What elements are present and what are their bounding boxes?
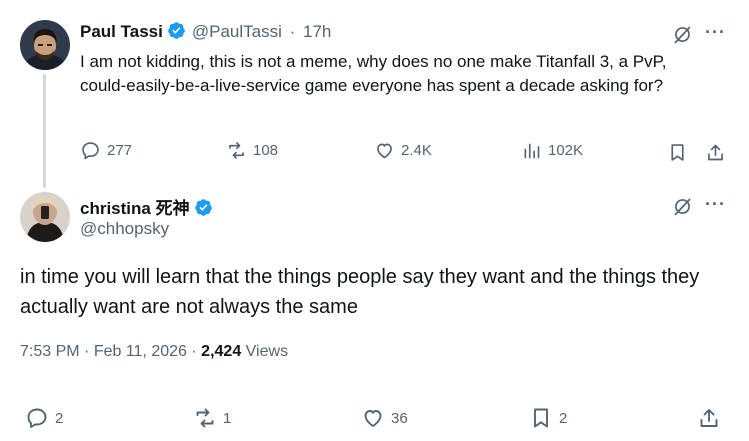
bookmark-icon[interactable] <box>667 142 688 163</box>
avatar-image <box>20 20 70 70</box>
reply-icon <box>82 142 99 160</box>
share-icon[interactable] <box>705 142 726 163</box>
views-button[interactable]: 102K <box>521 140 583 161</box>
grok-icon[interactable] <box>672 24 693 45</box>
bookmark-count: 2 <box>559 409 568 427</box>
views-icon <box>524 143 540 159</box>
bookmark-button[interactable]: 2 <box>529 406 567 430</box>
reply-button[interactable]: 2 <box>25 406 63 430</box>
parent-tweet-header: Paul Tassi @PaulTassi · 17h <box>80 21 331 42</box>
reply-count: 277 <box>107 142 133 159</box>
header-separator: · <box>289 22 296 41</box>
more-options-icon[interactable]: ··· <box>705 194 726 215</box>
main-tweet-author: christina 死神 <box>80 194 213 219</box>
repost-count: 108 <box>253 142 279 159</box>
like-count: 36 <box>391 409 408 427</box>
tweet-metadata: 7:53 PM · Feb 11, 2026 · 2,424 Views <box>20 343 288 361</box>
thread-connector-line <box>43 74 46 188</box>
reply-count: 2 <box>55 409 64 427</box>
more-options-icon[interactable]: ··· <box>705 22 726 43</box>
meta-separator: · <box>191 343 197 360</box>
author-handle[interactable]: @chhopsky <box>80 219 169 239</box>
views-label: Views <box>245 343 289 360</box>
like-button[interactable]: 36 <box>361 406 408 430</box>
repost-button[interactable]: 108 <box>226 140 278 161</box>
repost-icon <box>229 142 244 159</box>
verified-badge-icon <box>194 199 212 216</box>
repost-count: 1 <box>223 409 232 427</box>
reply-icon <box>27 408 47 428</box>
parent-tweet-text: I am not kidding, this is not a meme, wh… <box>80 52 667 95</box>
like-icon <box>364 410 382 427</box>
author-name[interactable]: christina 死神 <box>80 199 190 218</box>
tweet-date[interactable]: Feb 11, 2026 <box>94 343 187 360</box>
share-icon[interactable] <box>697 406 721 430</box>
grok-icon[interactable] <box>672 196 693 217</box>
like-icon <box>377 143 392 159</box>
repost-icon <box>196 408 214 428</box>
like-button[interactable]: 2.4K <box>374 140 432 161</box>
main-tweet-text: in time you will learn that the things p… <box>20 266 700 318</box>
like-count: 2.4K <box>401 142 432 159</box>
time-ago[interactable]: 17h <box>303 22 331 41</box>
tweet-thread: Paul Tassi @PaulTassi · 17h ··· I am not … <box>0 0 749 441</box>
meta-separator: · <box>84 343 90 360</box>
author-name[interactable]: Paul Tassi <box>80 22 163 41</box>
avatar-paul-tassi[interactable] <box>20 20 70 70</box>
avatar-image <box>20 192 70 242</box>
author-handle[interactable]: @PaulTassi <box>192 22 282 41</box>
views-total: 2,424 <box>201 343 242 360</box>
views-count: 102K <box>548 142 584 159</box>
repost-button[interactable]: 1 <box>193 406 231 430</box>
verified-badge-icon <box>168 22 185 39</box>
reply-button[interactable]: 277 <box>80 140 132 161</box>
tweet-time[interactable]: 7:53 PM <box>20 343 80 360</box>
bookmark-icon <box>534 408 548 428</box>
avatar-christina[interactable] <box>20 192 70 242</box>
